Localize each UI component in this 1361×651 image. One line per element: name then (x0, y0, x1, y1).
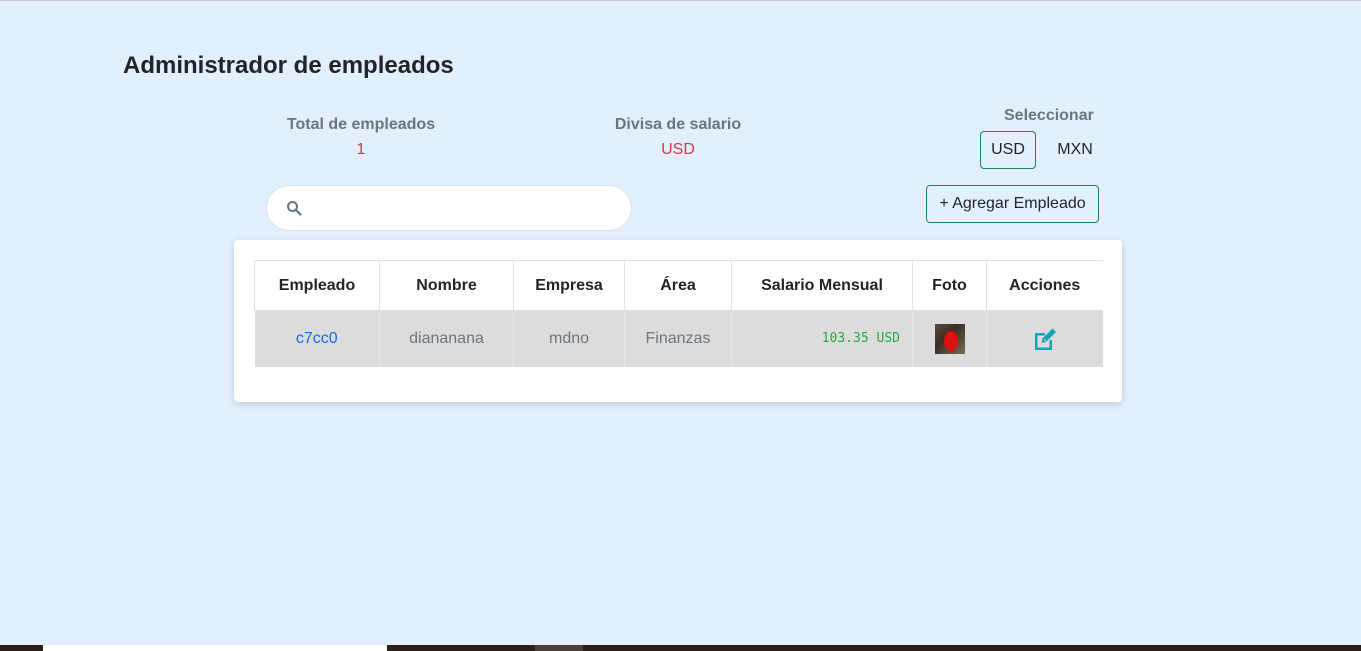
add-employee-button[interactable]: + Agregar Empleado (926, 185, 1099, 223)
photo-red-mark (943, 330, 958, 351)
salary-currency-label: Divisa de salario (614, 116, 742, 133)
employee-area: Finanzas (624, 310, 732, 367)
total-employees-stat: Total de empleados 1 (261, 116, 461, 159)
page-title: Administrador de empleados (123, 52, 454, 79)
employee-id-link[interactable]: c7cc0 (254, 310, 380, 367)
header-nombre[interactable]: Nombre (379, 260, 514, 311)
employee-salary: 103.35 USD (731, 310, 913, 367)
total-employees-label: Total de empleados (286, 116, 436, 133)
search-box[interactable] (266, 185, 632, 231)
employee-photo (934, 323, 965, 354)
employee-company: mdno (513, 310, 625, 367)
salary-currency-stat: Divisa de salario USD (578, 116, 778, 159)
employees-table: Empleado Nombre Empresa Área Salario Men… (254, 260, 1103, 367)
salary-currency-value: USD (661, 141, 695, 158)
header-area[interactable]: Área (624, 260, 732, 311)
employee-photo-cell (912, 310, 987, 367)
edit-icon[interactable] (1032, 327, 1058, 351)
taskbar-segment (43, 645, 387, 651)
taskbar-segment (535, 645, 583, 651)
employees-card: Empleado Nombre Empresa Área Salario Men… (234, 240, 1122, 402)
employee-name: diananana (379, 310, 514, 367)
table-row[interactable]: c7cc0 diananana mdno Finanzas 103.35 USD (254, 310, 1103, 367)
header-acciones: Acciones (986, 260, 1103, 311)
currency-select-label: Seleccionar (1004, 107, 1094, 124)
header-empresa[interactable]: Empresa (513, 260, 625, 311)
currency-usd-button[interactable]: USD (980, 131, 1036, 169)
top-border (0, 0, 1361, 1)
header-foto: Foto (912, 260, 987, 311)
table-header-row: Empleado Nombre Empresa Área Salario Men… (254, 260, 1103, 311)
header-salario[interactable]: Salario Mensual (731, 260, 913, 311)
currency-mxn-button[interactable]: MXN (1048, 131, 1102, 169)
search-icon (287, 201, 302, 216)
search-input[interactable] (311, 194, 611, 222)
total-employees-value: 1 (356, 141, 366, 158)
employee-actions-cell (986, 310, 1103, 367)
header-empleado[interactable]: Empleado (254, 260, 380, 311)
